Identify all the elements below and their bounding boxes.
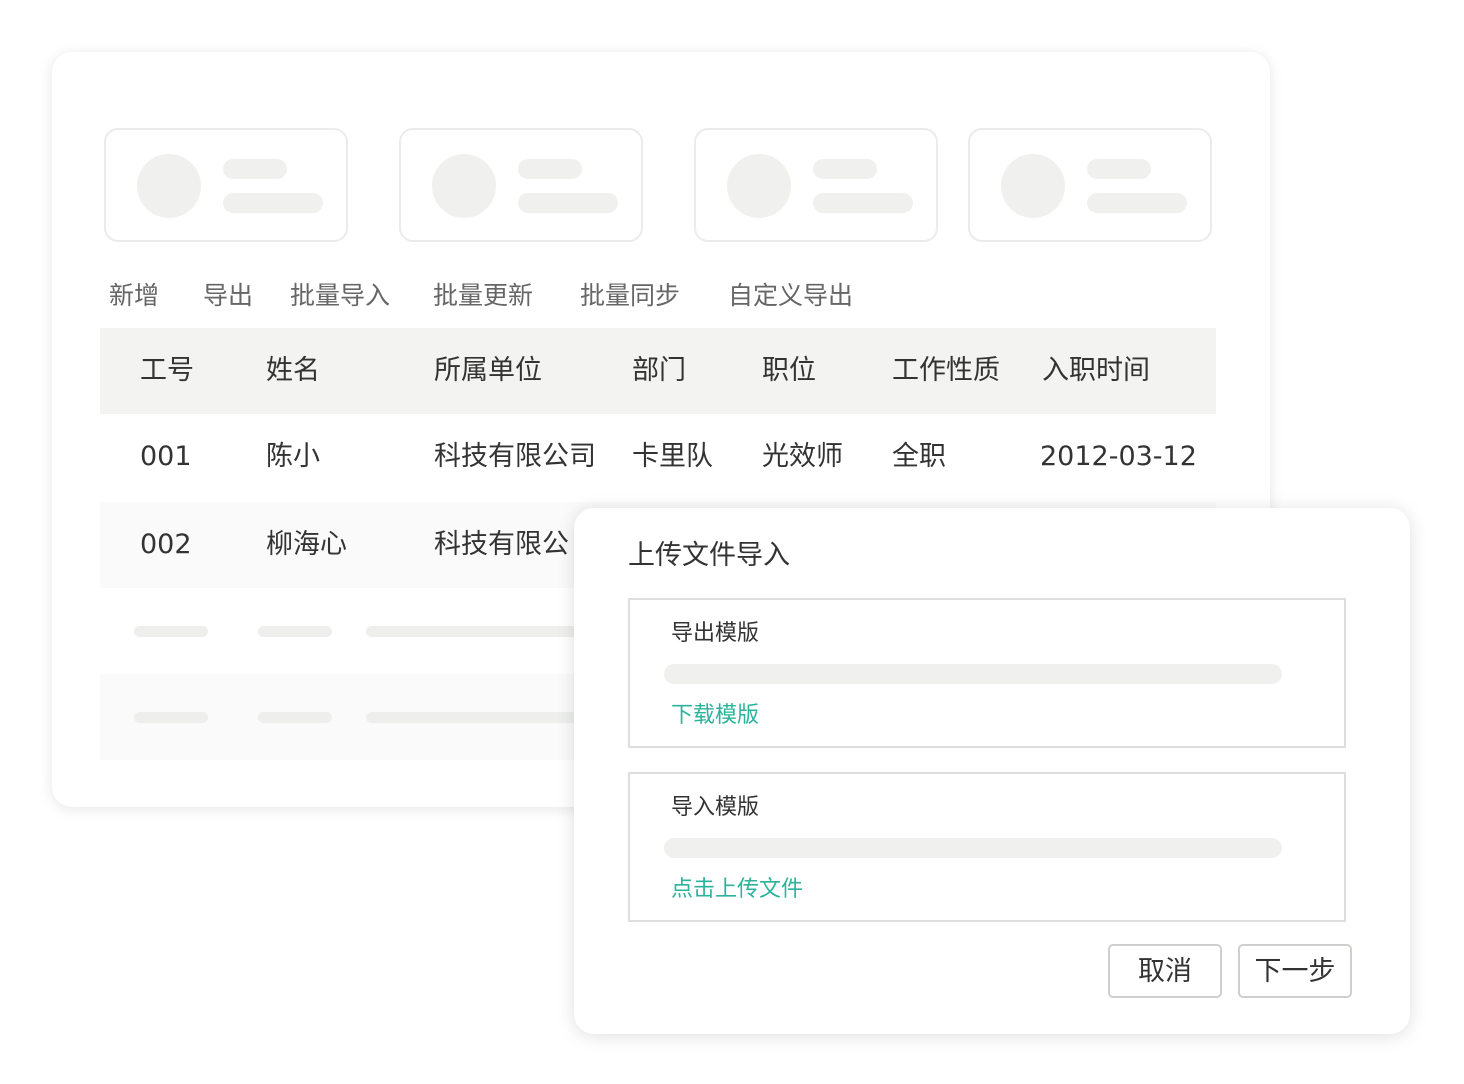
next-step-button[interactable]: 下一步: [1238, 944, 1352, 998]
column-header: 部门: [632, 355, 686, 386]
dialog-title: 上传文件导入: [628, 540, 790, 571]
table-cell: 柳海心: [266, 529, 347, 560]
table-cell: 科技有限公司: [434, 441, 596, 472]
batch-import-button[interactable]: 批量导入: [290, 278, 390, 314]
text-placeholder: [366, 626, 586, 637]
text-placeholder: [134, 712, 208, 723]
text-placeholder: [518, 193, 618, 213]
section-label: 导入模版: [671, 795, 760, 820]
table-cell: 光效师: [762, 441, 843, 472]
text-placeholder: [813, 159, 877, 179]
avatar-placeholder: [1001, 154, 1065, 218]
text-placeholder: [664, 664, 1282, 684]
table-row[interactable]: 001 陈小 科技有限公司 卡里队 光效师 全职 2012-03-12: [100, 414, 1216, 500]
text-placeholder: [258, 712, 332, 723]
stat-card: [694, 128, 938, 242]
upload-import-dialog: 上传文件导入 导出模版 下载模版 导入模版 点击上传文件 取消 下一步: [574, 508, 1410, 1034]
column-header: 入职时间: [1042, 355, 1150, 386]
column-header: 姓名: [266, 355, 320, 386]
text-placeholder: [664, 838, 1282, 858]
upload-file-link[interactable]: 点击上传文件: [671, 874, 803, 906]
export-template-section: 导出模版 下载模版: [628, 598, 1346, 748]
section-label: 导出模版: [671, 621, 760, 646]
table-cell: 卡里队: [632, 441, 713, 472]
text-placeholder: [813, 193, 913, 213]
text-placeholder: [134, 626, 208, 637]
text-placeholder: [366, 712, 586, 723]
table-cell: 全职: [892, 441, 946, 472]
text-placeholder: [1087, 193, 1187, 213]
text-placeholder: [1087, 159, 1151, 179]
table-cell: 002: [140, 529, 192, 560]
text-placeholder: [223, 159, 287, 179]
avatar-placeholder: [727, 154, 791, 218]
column-header: 职位: [762, 355, 816, 386]
stat-card: [399, 128, 643, 242]
stat-card: [968, 128, 1212, 242]
table-header: 工号 姓名 所属单位 部门 职位 工作性质 入职时间: [100, 328, 1216, 414]
action-toolbar: 新增 导出 批量导入 批量更新 批量同步 自定义导出: [52, 278, 952, 314]
stat-card: [104, 128, 348, 242]
custom-export-button[interactable]: 自定义导出: [728, 278, 853, 314]
export-button[interactable]: 导出: [203, 278, 253, 314]
cancel-button[interactable]: 取消: [1108, 944, 1222, 998]
add-button[interactable]: 新增: [109, 278, 159, 314]
table-cell: 陈小: [266, 441, 320, 472]
column-header: 所属单位: [434, 355, 542, 386]
table-cell: 2012-03-12: [1040, 441, 1197, 472]
table-cell: 001: [140, 441, 192, 472]
text-placeholder: [518, 159, 582, 179]
avatar-placeholder: [137, 154, 201, 218]
column-header: 工号: [140, 355, 194, 386]
table-cell: 科技有限公: [434, 529, 569, 560]
column-header: 工作性质: [892, 355, 1000, 386]
text-placeholder: [258, 626, 332, 637]
batch-update-button[interactable]: 批量更新: [433, 278, 533, 314]
download-template-link[interactable]: 下载模版: [671, 700, 759, 732]
batch-sync-button[interactable]: 批量同步: [580, 278, 680, 314]
import-template-section: 导入模版 点击上传文件: [628, 772, 1346, 922]
avatar-placeholder: [432, 154, 496, 218]
text-placeholder: [223, 193, 323, 213]
